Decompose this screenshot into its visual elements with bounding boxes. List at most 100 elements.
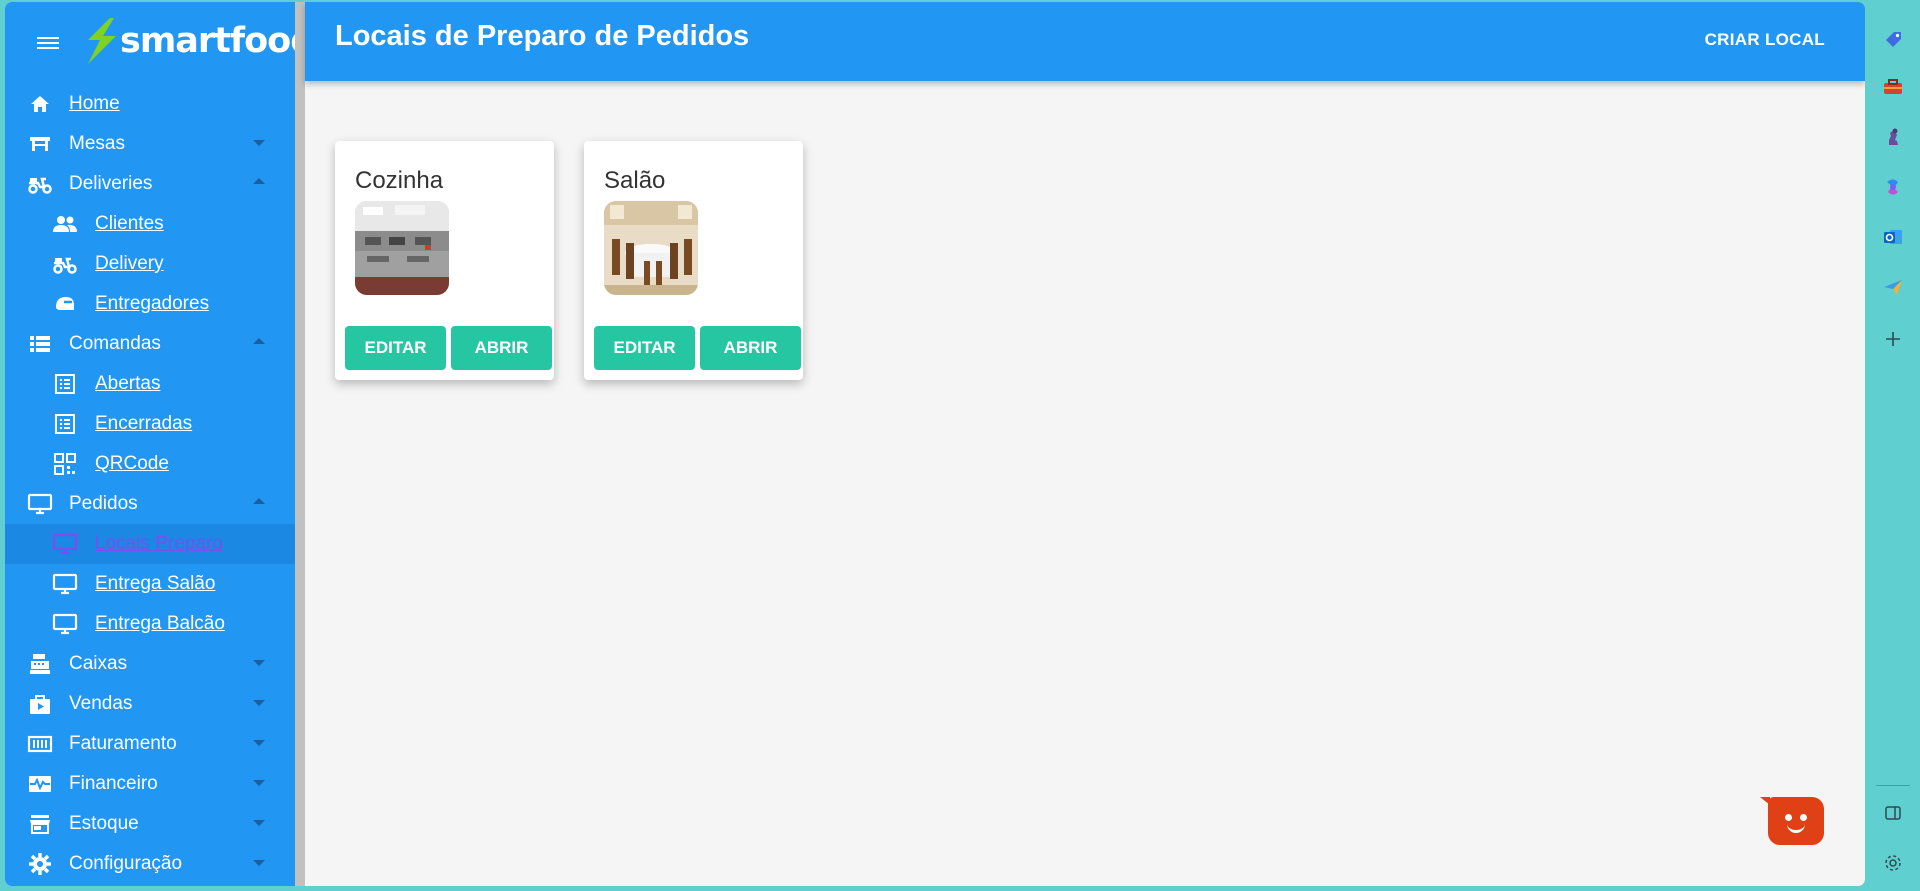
sidebar-item-entrega-balcao[interactable]: Entrega Balcão bbox=[5, 604, 295, 644]
sidebar-item-label[interactable]: Entregadores bbox=[95, 293, 209, 315]
app-window: smartfood Home Mesas Deliveries Clientes Del… bbox=[5, 2, 1865, 886]
toolbox-icon[interactable] bbox=[1880, 74, 1906, 100]
sidebar-item-label: Faturamento bbox=[69, 733, 177, 754]
expand-caret-icon[interactable] bbox=[253, 860, 265, 866]
copilot-icon[interactable] bbox=[1880, 174, 1906, 200]
receipt-icon bbox=[52, 411, 78, 437]
collapse-caret-icon[interactable] bbox=[253, 498, 265, 504]
open-button[interactable]: ABRIR bbox=[451, 326, 552, 370]
sidebar-item-delivery[interactable]: Delivery bbox=[5, 244, 295, 284]
edit-button[interactable]: EDITAR bbox=[594, 326, 695, 370]
sidebar-item-caixas[interactable]: Caixas bbox=[5, 644, 295, 684]
sidebar-item-label[interactable]: Delivery bbox=[95, 253, 164, 275]
qrcode-icon bbox=[52, 451, 78, 477]
monitor-icon bbox=[52, 571, 78, 597]
sidebar-item-qrcode[interactable]: QRCode bbox=[5, 444, 295, 484]
sidepanel-icon[interactable] bbox=[1880, 800, 1906, 826]
monitor-icon bbox=[27, 491, 53, 517]
sidebar-item-clientes[interactable]: Clientes bbox=[5, 204, 295, 244]
page-title: Locais de Preparo de Pedidos bbox=[335, 20, 750, 52]
sidebar-item-label: Financeiro bbox=[69, 773, 158, 794]
sidebar-item-label[interactable]: Locais Preparo bbox=[95, 533, 223, 555]
sidebar-menu: Home Mesas Deliveries Clientes Delivery Entre… bbox=[5, 84, 295, 884]
counter-icon bbox=[27, 731, 53, 757]
sidebar-item-label: Mesas bbox=[69, 133, 125, 154]
moped-icon bbox=[27, 171, 53, 197]
sidebar-item-label: Pedidos bbox=[69, 493, 138, 514]
location-card-cozinha: Cozinha EDITAR ABRIR bbox=[335, 141, 554, 380]
sidebar: smartfood Home Mesas Deliveries Clientes Del… bbox=[5, 2, 315, 886]
send-icon[interactable] bbox=[1880, 274, 1906, 300]
chat-widget-button[interactable] bbox=[1760, 797, 1824, 845]
sidebar-item-label: Caixas bbox=[69, 653, 128, 674]
monitor-icon bbox=[52, 531, 78, 557]
expand-caret-icon[interactable] bbox=[253, 740, 265, 746]
sidebar-item-faturamento[interactable]: Faturamento bbox=[5, 724, 295, 764]
sidebar-item-comandas[interactable]: Comandas bbox=[5, 324, 295, 364]
chess-icon[interactable] bbox=[1880, 124, 1906, 150]
gear-icon bbox=[27, 851, 53, 877]
location-card-salao: Salão EDITAR ABRIR bbox=[584, 141, 803, 380]
people-icon bbox=[52, 211, 78, 237]
sidebar-header: smartfood bbox=[5, 2, 315, 80]
sidebar-item-label: Configuração bbox=[69, 853, 183, 874]
browser-edge-bar bbox=[1866, 0, 1920, 891]
expand-caret-icon[interactable] bbox=[253, 700, 265, 706]
pulse-icon bbox=[27, 771, 53, 797]
open-button[interactable]: ABRIR bbox=[700, 326, 801, 370]
edge-divider bbox=[1876, 785, 1910, 786]
sidebar-item-label[interactable]: Entrega Balcão bbox=[95, 613, 225, 635]
sidebar-item-label[interactable]: Clientes bbox=[95, 213, 164, 235]
moped-icon bbox=[52, 251, 78, 277]
expand-caret-icon[interactable] bbox=[253, 780, 265, 786]
card-title: Cozinha bbox=[355, 167, 444, 194]
create-location-button[interactable]: CRIAR LOCAL bbox=[1705, 30, 1825, 50]
collapse-caret-icon[interactable] bbox=[253, 338, 265, 344]
receipt-icon bbox=[52, 371, 78, 397]
outlook-icon[interactable] bbox=[1880, 224, 1906, 250]
sidebar-item-label: Estoque bbox=[69, 813, 139, 834]
sidebar-item-pedidos[interactable]: Pedidos bbox=[5, 484, 295, 524]
brand-name: smartfood bbox=[120, 21, 315, 61]
sidebar-item-encerradas[interactable]: Encerradas bbox=[5, 404, 295, 444]
sidebar-item-label[interactable]: Entrega Salão bbox=[95, 573, 215, 595]
hamburger-menu-icon[interactable] bbox=[37, 34, 61, 52]
expand-caret-icon[interactable] bbox=[253, 140, 265, 146]
list-icon bbox=[27, 331, 53, 357]
sidebar-item-configuracao[interactable]: Configuração bbox=[5, 844, 295, 884]
edit-button[interactable]: EDITAR bbox=[345, 326, 446, 370]
sidebar-item-estoque[interactable]: Estoque bbox=[5, 804, 295, 844]
sidebar-item-label: Comandas bbox=[69, 333, 161, 354]
play-bag-icon bbox=[27, 691, 53, 717]
logo-bolt-icon bbox=[88, 18, 116, 64]
kitchen-photo bbox=[355, 201, 449, 295]
add-icon[interactable] bbox=[1880, 326, 1906, 352]
brand-logo[interactable]: smartfood bbox=[80, 16, 315, 66]
sidebar-item-label[interactable]: QRCode bbox=[95, 453, 169, 475]
sidebar-item-mesas[interactable]: Mesas bbox=[5, 124, 295, 164]
settings-icon[interactable] bbox=[1880, 850, 1906, 876]
sidebar-item-deliveries[interactable]: Deliveries bbox=[5, 164, 295, 204]
sidebar-item-locais-preparo[interactable]: Locais Preparo bbox=[5, 524, 295, 564]
table-icon bbox=[27, 131, 53, 157]
sidebar-item-label[interactable]: Abertas bbox=[95, 373, 160, 395]
sidebar-scrollbar[interactable] bbox=[295, 2, 305, 886]
collapse-caret-icon[interactable] bbox=[253, 178, 265, 184]
sidebar-item-vendas[interactable]: Vendas bbox=[5, 684, 295, 724]
sidebar-item-financeiro[interactable]: Financeiro bbox=[5, 764, 295, 804]
expand-caret-icon[interactable] bbox=[253, 820, 265, 826]
sidebar-item-label[interactable]: Home bbox=[69, 93, 120, 115]
sidebar-item-abertas[interactable]: Abertas bbox=[5, 364, 295, 404]
monitor-icon bbox=[52, 611, 78, 637]
sidebar-item-home[interactable]: Home bbox=[5, 84, 295, 124]
sidebar-item-entrega-salao[interactable]: Entrega Salão bbox=[5, 564, 295, 604]
sidebar-item-label: Vendas bbox=[69, 693, 133, 714]
expand-caret-icon[interactable] bbox=[253, 660, 265, 666]
home-icon bbox=[27, 91, 53, 117]
sidebar-item-label[interactable]: Encerradas bbox=[95, 413, 192, 435]
helmet-icon bbox=[52, 291, 78, 317]
tag-icon[interactable] bbox=[1880, 26, 1906, 52]
card-title: Salão bbox=[604, 167, 666, 194]
sidebar-item-label: Deliveries bbox=[69, 173, 153, 194]
sidebar-item-entregadores[interactable]: Entregadores bbox=[5, 284, 295, 324]
